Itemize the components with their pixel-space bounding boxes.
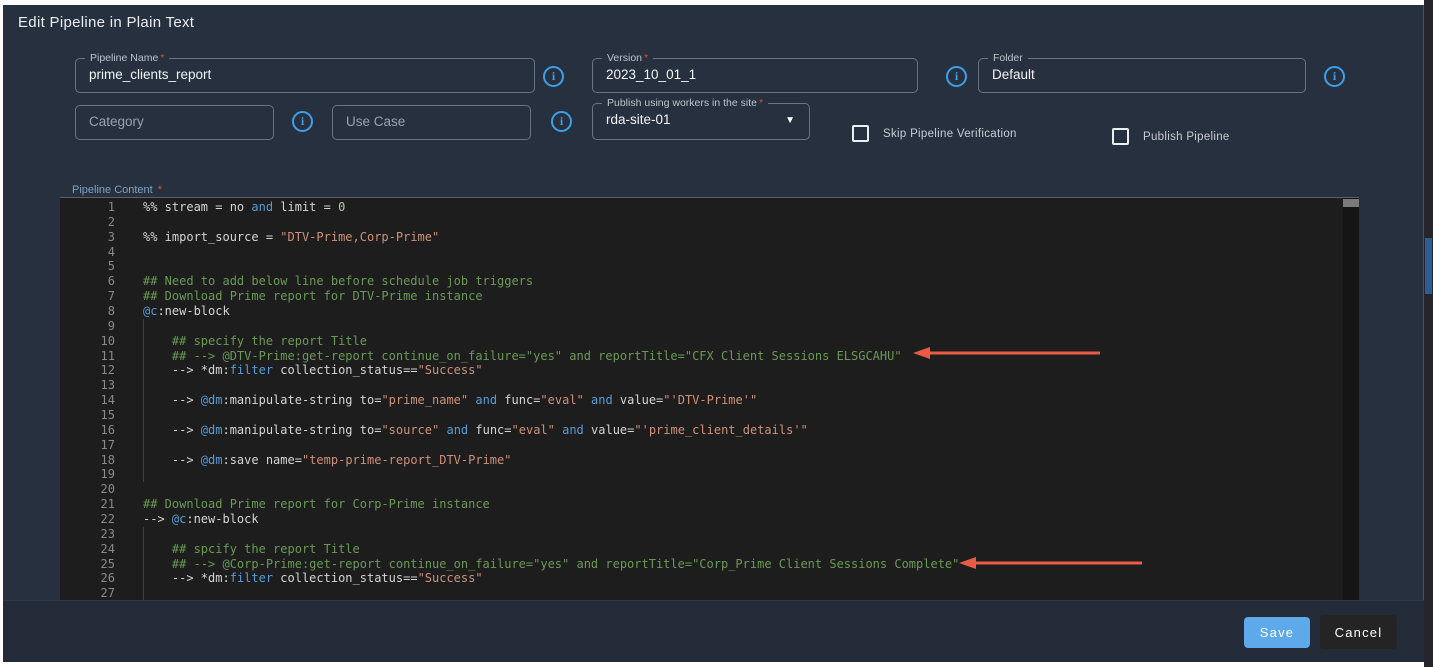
code-line: 5 xyxy=(60,259,1343,274)
line-number: 17 xyxy=(60,438,115,453)
line-number: 12 xyxy=(60,363,115,378)
line-number: 23 xyxy=(60,527,115,542)
cancel-button[interactable]: Cancel xyxy=(1320,615,1397,649)
line-number: 16 xyxy=(60,423,115,438)
code-line: 6## Need to add below line before schedu… xyxy=(60,274,1343,289)
code-line: 20 xyxy=(60,482,1343,497)
line-number: 6 xyxy=(60,274,115,289)
line-number: 5 xyxy=(60,259,115,274)
publish-pipeline-checkbox[interactable] xyxy=(1112,128,1129,145)
code-line: 9 xyxy=(60,319,1343,334)
page-scrollbar[interactable] xyxy=(1424,0,1433,667)
pipeline-content-label: Pipeline Content * xyxy=(72,184,162,196)
page-scrollbar-thumb[interactable] xyxy=(1425,238,1432,294)
line-number: 13 xyxy=(60,378,115,393)
version-value: 2023_10_01_1 xyxy=(606,67,696,82)
line-number: 10 xyxy=(60,334,115,349)
code-line: 4 xyxy=(60,245,1343,260)
code-line: 26 --> *dm:filter collection_status=="Su… xyxy=(60,571,1343,586)
code-line: 25 ## --> @Corp-Prime:get-report continu… xyxy=(60,557,1343,572)
required-marker: * xyxy=(644,52,648,64)
line-number: 14 xyxy=(60,393,115,408)
code-line: 15 xyxy=(60,408,1343,423)
code-line: 27 xyxy=(60,586,1343,600)
modal-title: Edit Pipeline in Plain Text xyxy=(18,14,194,31)
code-line: 13 xyxy=(60,378,1343,393)
category-info-icon[interactable]: i xyxy=(292,111,313,132)
annotation-arrow-line-11 xyxy=(912,346,1104,360)
pipeline-name-value: prime_clients_report xyxy=(89,67,211,82)
code-line: 10 ## specify the report Title xyxy=(60,334,1343,349)
code-line: 12 --> *dm:filter collection_status=="Su… xyxy=(60,363,1343,378)
line-number: 9 xyxy=(60,319,115,334)
code-line: 8@c:new-block xyxy=(60,304,1343,319)
line-number: 27 xyxy=(60,586,115,600)
code-line: 17 xyxy=(60,438,1343,453)
line-number: 22 xyxy=(60,512,115,527)
use-case-placeholder: Use Case xyxy=(346,114,405,129)
code-line: 14 --> @dm:manipulate-string to="prime_n… xyxy=(60,393,1343,408)
folder-field[interactable]: Folder Default xyxy=(978,58,1306,93)
version-field[interactable]: Version* 2023_10_01_1 xyxy=(592,58,918,93)
category-field[interactable]: Category xyxy=(75,105,274,140)
code-line: 11 ## --> @DTV-Prime:get-report continue… xyxy=(60,349,1343,364)
save-button[interactable]: Save xyxy=(1244,617,1310,648)
pipeline-name-info-icon[interactable]: i xyxy=(543,66,564,87)
folder-info-icon[interactable]: i xyxy=(1324,66,1345,87)
code-line: 23 xyxy=(60,527,1343,542)
skip-verification-checkbox[interactable] xyxy=(852,125,869,142)
line-number: 1 xyxy=(60,200,115,215)
line-number: 4 xyxy=(60,245,115,260)
version-label: Version* xyxy=(602,52,653,64)
line-number: 2 xyxy=(60,215,115,230)
code-line: 16 --> @dm:manipulate-string to="source"… xyxy=(60,423,1343,438)
use-case-field[interactable]: Use Case xyxy=(332,105,531,140)
pipeline-content-editor[interactable]: 1%% stream = no and limit = 023%% import… xyxy=(60,197,1359,600)
code-line: 2 xyxy=(60,215,1343,230)
editor-scrollbar-thumb[interactable] xyxy=(1343,199,1359,207)
line-number: 15 xyxy=(60,408,115,423)
line-number: 11 xyxy=(60,349,115,364)
code-line: 1%% stream = no and limit = 0 xyxy=(60,200,1343,215)
code-line: 3%% import_source = "DTV-Prime,Corp-Prim… xyxy=(60,230,1343,245)
indent-guide xyxy=(143,527,144,600)
site-label: Publish using workers in the site* xyxy=(602,97,768,109)
editor-scrollbar[interactable] xyxy=(1343,198,1359,600)
required-marker: * xyxy=(759,97,763,109)
pipeline-name-label: Pipeline Name* xyxy=(85,52,169,64)
code-line: 7## Download Prime report for DTV-Prime … xyxy=(60,289,1343,304)
line-number: 20 xyxy=(60,482,115,497)
required-marker: * xyxy=(160,52,164,64)
required-marker: * xyxy=(158,184,162,196)
indent-guide xyxy=(143,319,144,482)
category-placeholder: Category xyxy=(89,114,144,129)
code-line: 21## Download Prime report for Corp-Prim… xyxy=(60,497,1343,512)
line-number: 25 xyxy=(60,557,115,572)
folder-label: Folder xyxy=(988,52,1028,64)
line-number: 8 xyxy=(60,304,115,319)
line-number: 18 xyxy=(60,453,115,468)
code-lines: 1%% stream = no and limit = 023%% import… xyxy=(60,200,1343,600)
modal-footer xyxy=(3,600,1424,662)
code-line: 19 xyxy=(60,467,1343,482)
line-number: 21 xyxy=(60,497,115,512)
version-info-icon[interactable]: i xyxy=(946,66,967,87)
chevron-down-icon[interactable]: ▼ xyxy=(785,115,795,126)
folder-value: Default xyxy=(992,67,1035,82)
code-line: 24 ## spcify the report Title xyxy=(60,542,1343,557)
pipeline-name-field[interactable]: Pipeline Name* prime_clients_report xyxy=(75,58,535,93)
line-number: 19 xyxy=(60,467,115,482)
publish-pipeline-label: Publish Pipeline xyxy=(1143,131,1230,143)
code-line: 18 --> @dm:save name="temp-prime-report_… xyxy=(60,453,1343,468)
line-number: 3 xyxy=(60,230,115,245)
line-number: 24 xyxy=(60,542,115,557)
skip-verification-label: Skip Pipeline Verification xyxy=(883,128,1017,140)
code-line: 22--> @c:new-block xyxy=(60,512,1343,527)
use-case-info-icon[interactable]: i xyxy=(551,111,572,132)
site-value: rda-site-01 xyxy=(606,112,671,127)
site-dropdown[interactable]: Publish using workers in the site* rda-s… xyxy=(592,103,810,140)
line-number: 7 xyxy=(60,289,115,304)
annotation-arrow-line-25 xyxy=(958,556,1146,570)
line-number: 26 xyxy=(60,571,115,586)
